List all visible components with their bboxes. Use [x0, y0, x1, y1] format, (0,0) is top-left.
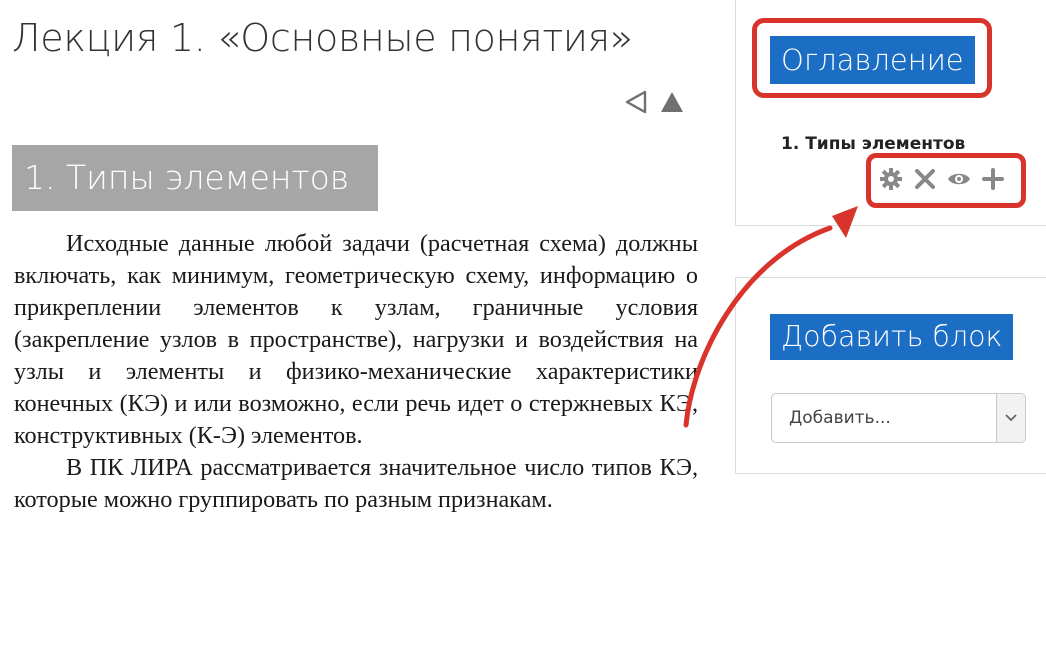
main-content: Лекция 1. «Основные понятия» 1. Типы эле…: [0, 0, 712, 657]
add-block: Добавить блок Добавить...: [735, 277, 1046, 474]
paragraph: Исходные данные любой задачи (расчетная …: [14, 230, 698, 449]
lesson-body: Исходные данные любой задачи (расчетная …: [14, 228, 698, 516]
section-heading: 1. Типы элементов: [12, 145, 378, 211]
toc-item[interactable]: 1. Типы элементов: [781, 131, 1011, 157]
chevron-down-icon[interactable]: [996, 394, 1025, 442]
plus-icon[interactable]: [979, 166, 1007, 192]
triangle-left-outline-icon[interactable]: [622, 88, 650, 116]
toc-block: Оглавление 1. Типы элементов: [735, 0, 1046, 226]
toc-item-actions: [877, 166, 1007, 192]
gear-icon[interactable]: [877, 166, 905, 192]
page-title: Лекция 1. «Основные понятия»: [12, 16, 633, 60]
close-icon[interactable]: [911, 166, 939, 192]
eye-icon[interactable]: [945, 166, 973, 192]
add-block-title: Добавить блок: [770, 314, 1014, 360]
triangle-up-icon[interactable]: [658, 88, 686, 116]
add-block-select[interactable]: Добавить...: [771, 393, 1026, 443]
lesson-navigation: [622, 88, 686, 116]
toc-block-title: Оглавление: [770, 36, 975, 84]
paragraph: В ПК ЛИРА рассматривается значительное ч…: [14, 454, 698, 513]
add-block-select-value: Добавить...: [789, 408, 891, 428]
